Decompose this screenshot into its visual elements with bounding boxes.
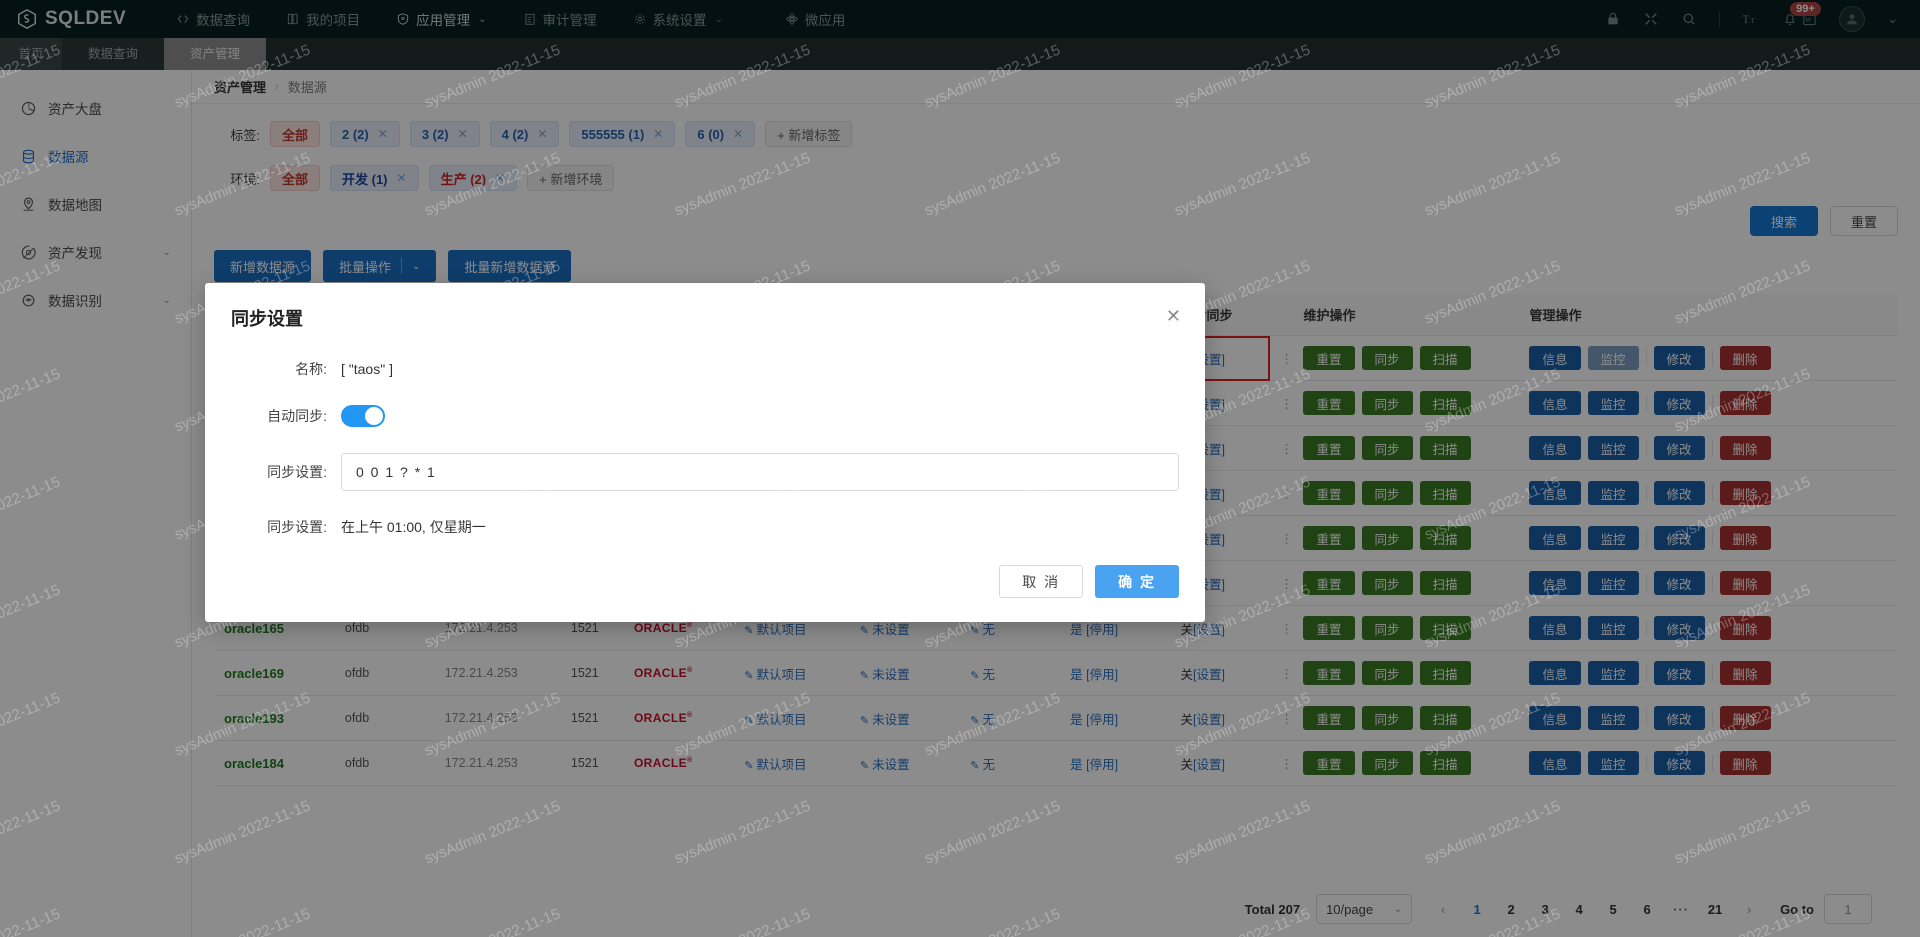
cron-desc-value: 在上午 01:00, 仅星期一 bbox=[341, 519, 486, 535]
dialog-header: 同步设置 ✕ bbox=[205, 283, 1205, 335]
field-cron-desc-row: 同步设置: 在上午 01:00, 仅星期一 bbox=[231, 517, 1179, 537]
dialog-title: 同步设置 bbox=[231, 309, 303, 329]
name-value: [ "taos" ] bbox=[341, 361, 393, 377]
toggle-knob bbox=[365, 407, 383, 425]
autosync-label: 自动同步: bbox=[267, 408, 327, 424]
cancel-button[interactable]: 取 消 bbox=[999, 565, 1084, 598]
cron-desc-label: 同步设置: bbox=[267, 519, 327, 535]
field-name-row: 名称: [ "taos" ] bbox=[231, 359, 1179, 379]
cron-label: 同步设置: bbox=[267, 464, 327, 480]
field-cron-row: 同步设置: bbox=[231, 453, 1179, 491]
sync-settings-dialog: 同步设置 ✕ 名称: [ "taos" ] 自动同步: 同步设置: 同步设置: … bbox=[205, 283, 1205, 622]
dialog-footer: 取 消 确 定 bbox=[205, 547, 1205, 622]
field-autosync-row: 自动同步: bbox=[231, 405, 1179, 427]
close-icon[interactable]: ✕ bbox=[1166, 307, 1181, 325]
confirm-button[interactable]: 确 定 bbox=[1095, 565, 1179, 598]
autosync-toggle[interactable] bbox=[341, 405, 385, 427]
cron-expression-input[interactable] bbox=[341, 453, 1179, 491]
dialog-body: 名称: [ "taos" ] 自动同步: 同步设置: 同步设置: 在上午 01:… bbox=[205, 335, 1205, 547]
name-label: 名称: bbox=[295, 361, 327, 377]
